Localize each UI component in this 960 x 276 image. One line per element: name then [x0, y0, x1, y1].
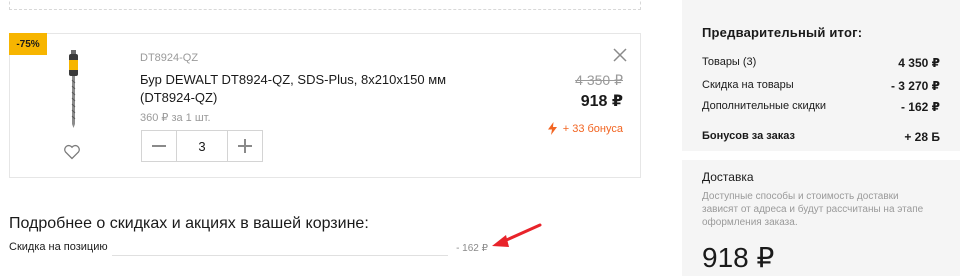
summary-value: - 162 ₽: [900, 100, 940, 114]
unit-price: 360 ₽ за 1 шт.: [140, 112, 211, 124]
product-sku: DT8924-QZ: [140, 52, 199, 64]
summary-label: Скидка на товары: [702, 79, 794, 91]
summary-value: 4 350 ₽: [898, 56, 940, 70]
discount-label: Скидка на позицию: [9, 241, 108, 253]
summary-label: Товары (3): [702, 56, 757, 68]
lightning-icon: [547, 122, 557, 135]
plus-icon: [238, 139, 252, 153]
discounts-heading: Подробнее о скидках и акциях в вашей кор…: [9, 215, 369, 232]
quantity-stepper: 3: [141, 130, 263, 162]
quantity-input[interactable]: 3: [176, 131, 228, 161]
delivery-title: Доставка: [702, 170, 754, 184]
summary-label: Бонусов за заказ: [702, 130, 795, 142]
summary-separator: [682, 151, 960, 160]
new-price: 918 ₽: [580, 93, 623, 110]
order-summary-panel: Предварительный итог: Товары (3) 4 350 ₽…: [682, 0, 960, 276]
drill-bit-image[interactable]: [60, 50, 86, 128]
arrow-annotation: [492, 223, 542, 247]
close-icon[interactable]: [613, 48, 627, 62]
previous-item-box: [9, 0, 641, 10]
summary-label: Дополнительные скидки: [702, 100, 826, 112]
old-price: 4 350 ₽: [575, 72, 623, 88]
discount-value: - 162 ₽: [456, 243, 488, 254]
cart-item-card: -75% DT8924-QZ Бур DEWALT DT8924-QZ, SDS…: [9, 33, 641, 178]
plus-button[interactable]: [228, 131, 262, 161]
product-title[interactable]: Бур DEWALT DT8924-QZ, SDS-Plus, 8x210x15…: [140, 71, 480, 107]
discount-dotted-line: [112, 255, 448, 256]
heart-icon[interactable]: [63, 144, 81, 160]
summary-value: + 28 Б: [904, 130, 940, 144]
summary-value: - 3 270 ₽: [890, 79, 940, 93]
order-total: 918 ₽: [702, 242, 775, 273]
bonus-info: + 33 бонуса: [547, 122, 623, 135]
minus-button[interactable]: [142, 131, 176, 161]
minus-icon: [152, 145, 166, 147]
discount-badge: -75%: [9, 33, 47, 55]
delivery-note: Доступные способы и стоимость доставки з…: [702, 191, 924, 228]
bonus-text: + 33 бонуса: [562, 122, 623, 135]
summary-title: Предварительный итог:: [702, 25, 863, 40]
